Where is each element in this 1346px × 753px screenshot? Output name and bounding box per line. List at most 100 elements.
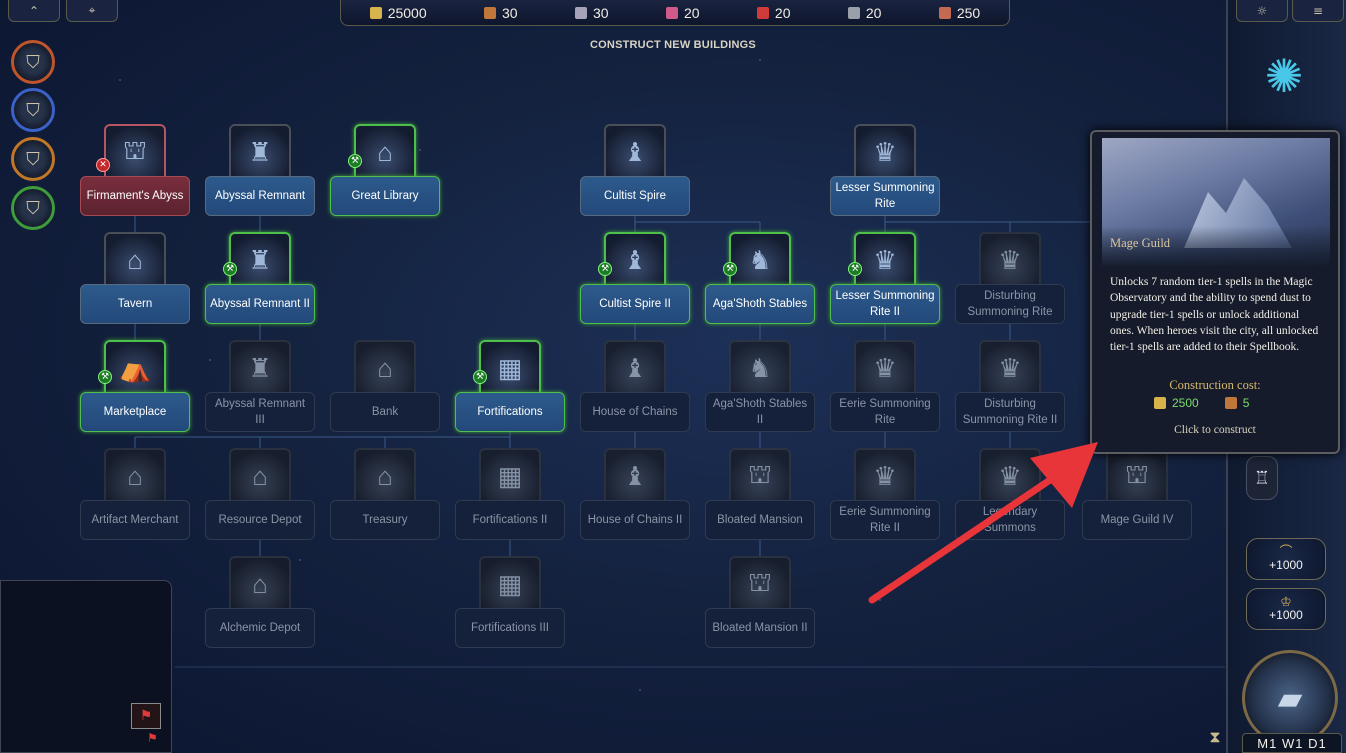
building-treasury[interactable]: ⌂ Treasury	[330, 448, 440, 548]
building-label: Bloated Mansion	[705, 500, 815, 540]
building-bloated-mansion-ii[interactable]: ⛫ Bloated Mansion II	[705, 556, 815, 656]
building-label: Fortifications	[455, 392, 565, 432]
building-label: Disturbing Summoning Rite	[955, 284, 1065, 324]
menu-button[interactable]: ≡	[1292, 0, 1344, 22]
building-abyssal-remnant-iii[interactable]: ♜ Abyssal Remnant III	[205, 340, 315, 440]
building-label: Bloated Mansion II	[705, 608, 815, 648]
menu-icon: ≡	[1312, 3, 1324, 18]
building-image: ♝	[604, 340, 666, 398]
cannot-build-icon: ✕	[96, 158, 110, 172]
building-image: ♜	[229, 124, 291, 182]
click-to-construct: Click to construct	[1174, 424, 1256, 436]
building-label: Alchemic Depot	[205, 608, 315, 648]
building-bloated-mansion[interactable]: ⛫ Bloated Mansion	[705, 448, 815, 548]
building-label: Marketplace	[80, 392, 190, 432]
hourglass-icon[interactable]: ⧗	[1204, 729, 1226, 751]
building-label: Treasury	[330, 500, 440, 540]
building-firmaments-abyss[interactable]: ⛫ ✕ Firmament's Abyss	[80, 124, 190, 224]
building-eerie-summoning-rite-ii[interactable]: ♛ Eerie Summoning Rite II	[830, 448, 940, 548]
building-label: House of Chains	[580, 392, 690, 432]
building-image: ⛫	[729, 448, 791, 506]
building-marketplace[interactable]: ⛺ ⚒ Marketplace	[80, 340, 190, 440]
building-image: ♝	[604, 124, 666, 182]
building-label: Abyssal Remnant II	[205, 284, 315, 324]
tooltip-description: Unlocks 7 random tier-1 spells in the Ma…	[1110, 276, 1319, 354]
building-label: Artifact Merchant	[80, 500, 190, 540]
hammer-icon: ⚒	[98, 370, 112, 384]
building-disturbing-summoning-rite[interactable]: ♛ Disturbing Summoning Rite	[955, 232, 1065, 332]
tooltip-title: Mage Guild	[1110, 236, 1171, 250]
building-image: ♝	[604, 448, 666, 506]
building-tooltip[interactable]: Mage Guild Unlocks 7 random tier-1 spell…	[1090, 130, 1340, 454]
building-eerie-summoning-rite[interactable]: ♛ Eerie Summoning Rite	[830, 340, 940, 440]
building-fortifications-iii[interactable]: ▦ Fortifications III	[455, 556, 565, 656]
building-cultist-spire-ii[interactable]: ♝ ⚒ Cultist Spire II	[580, 232, 690, 332]
building-image: ♛	[854, 232, 916, 290]
building-abyssal-remnant-ii[interactable]: ♜ ⚒ Abyssal Remnant II	[205, 232, 315, 332]
hammer-icon: ⚒	[723, 262, 737, 276]
end-turn-button[interactable]: ▰	[1242, 650, 1338, 746]
red-banner-icon[interactable]: ⚑	[131, 703, 161, 729]
red-small-icon: ⚑	[147, 731, 158, 745]
hammer-icon: ⚒	[473, 370, 487, 384]
tower-icon[interactable]: ♖	[1246, 456, 1278, 500]
building-label: Aga'Shoth Stables II	[705, 392, 815, 432]
building-label: Legendary Summons	[955, 500, 1065, 540]
building-fortifications-ii[interactable]: ▦ Fortifications II	[455, 448, 565, 548]
building-image: ⌂	[104, 448, 166, 506]
building-disturbing-summoning-rite-ii[interactable]: ♛ Disturbing Summoning Rite II	[955, 340, 1065, 440]
building-mage-guild-iv[interactable]: ⛫ Mage Guild IV	[1082, 448, 1192, 548]
building-image: ⌂	[229, 448, 291, 506]
building-image: ♞	[729, 340, 791, 398]
building-agashoth-stables[interactable]: ♞ ⚒ Aga'Shoth Stables	[705, 232, 815, 332]
building-resource-depot[interactable]: ⌂ Resource Depot	[205, 448, 315, 548]
building-cultist-spire[interactable]: ♝ Cultist Spire	[580, 124, 690, 224]
building-bank[interactable]: ⌂ Bank	[330, 340, 440, 440]
building-agashoth-stables-ii[interactable]: ♞ Aga'Shoth Stables II	[705, 340, 815, 440]
building-label: Disturbing Summoning Rite II	[955, 392, 1065, 432]
sun-button[interactable]: ☼	[1236, 0, 1288, 22]
crown-icon: ♔	[1280, 594, 1292, 609]
buy-gold-button-1[interactable]: ⌒ +1000	[1246, 538, 1326, 580]
building-label: Lesser Summoning Rite	[830, 176, 940, 216]
building-label: Eerie Summoning Rite	[830, 392, 940, 432]
hammer-icon: ⚒	[223, 262, 237, 276]
building-image: ⛫	[729, 556, 791, 614]
building-image: ⌂	[354, 340, 416, 398]
building-label: Tavern	[80, 284, 190, 324]
building-alchemic-depot[interactable]: ⌂ Alchemic Depot	[205, 556, 315, 656]
building-image: ♛	[854, 124, 916, 182]
building-label: Resource Depot	[205, 500, 315, 540]
building-image: ⌂	[354, 124, 416, 182]
buy-gold-button-2[interactable]: ♔ +1000	[1246, 588, 1326, 630]
building-label: Abyssal Remnant III	[205, 392, 315, 432]
building-image: ⌂	[104, 232, 166, 290]
building-house-of-chains-ii[interactable]: ♝ House of Chains II	[580, 448, 690, 548]
building-label: Lesser Summoning Rite II	[830, 284, 940, 324]
building-lesser-summoning-rite[interactable]: ♛ Lesser Summoning Rite	[830, 124, 940, 224]
construction-cost-label: Construction cost:	[1169, 378, 1261, 392]
building-abyssal-remnant[interactable]: ♜ Abyssal Remnant	[205, 124, 315, 224]
building-fortifications[interactable]: ▦ ⚒ Fortifications	[455, 340, 565, 440]
building-image: ⌂	[229, 556, 291, 614]
building-image: ♛	[854, 448, 916, 506]
building-great-library[interactable]: ⌂ ⚒ Great Library	[330, 124, 440, 224]
building-image: ♞	[729, 232, 791, 290]
sun-icon: ☼	[1256, 3, 1268, 18]
cost-wood: 5	[1224, 396, 1249, 410]
building-house-of-chains[interactable]: ♝ House of Chains	[580, 340, 690, 440]
building-image: ♛	[979, 448, 1041, 506]
building-image: ♝	[604, 232, 666, 290]
building-image: ♛	[979, 340, 1041, 398]
building-label: House of Chains II	[580, 500, 690, 540]
cost-gold: 2500	[1154, 396, 1199, 410]
building-lesser-summoning-rite-ii[interactable]: ♛ ⚒ Lesser Summoning Rite II	[830, 232, 940, 332]
building-legendary-summons[interactable]: ♛ Legendary Summons	[955, 448, 1065, 548]
building-image: ▦	[479, 340, 541, 398]
book-icon: ▰	[1277, 680, 1303, 716]
building-image: ⛫	[104, 124, 166, 182]
building-image: ⌂	[354, 448, 416, 506]
building-tavern[interactable]: ⌂ Tavern	[80, 232, 190, 332]
bottom-left-panel: ⚑ ⚑	[0, 580, 172, 753]
building-artifact-merchant[interactable]: ⌂ Artifact Merchant	[80, 448, 190, 548]
